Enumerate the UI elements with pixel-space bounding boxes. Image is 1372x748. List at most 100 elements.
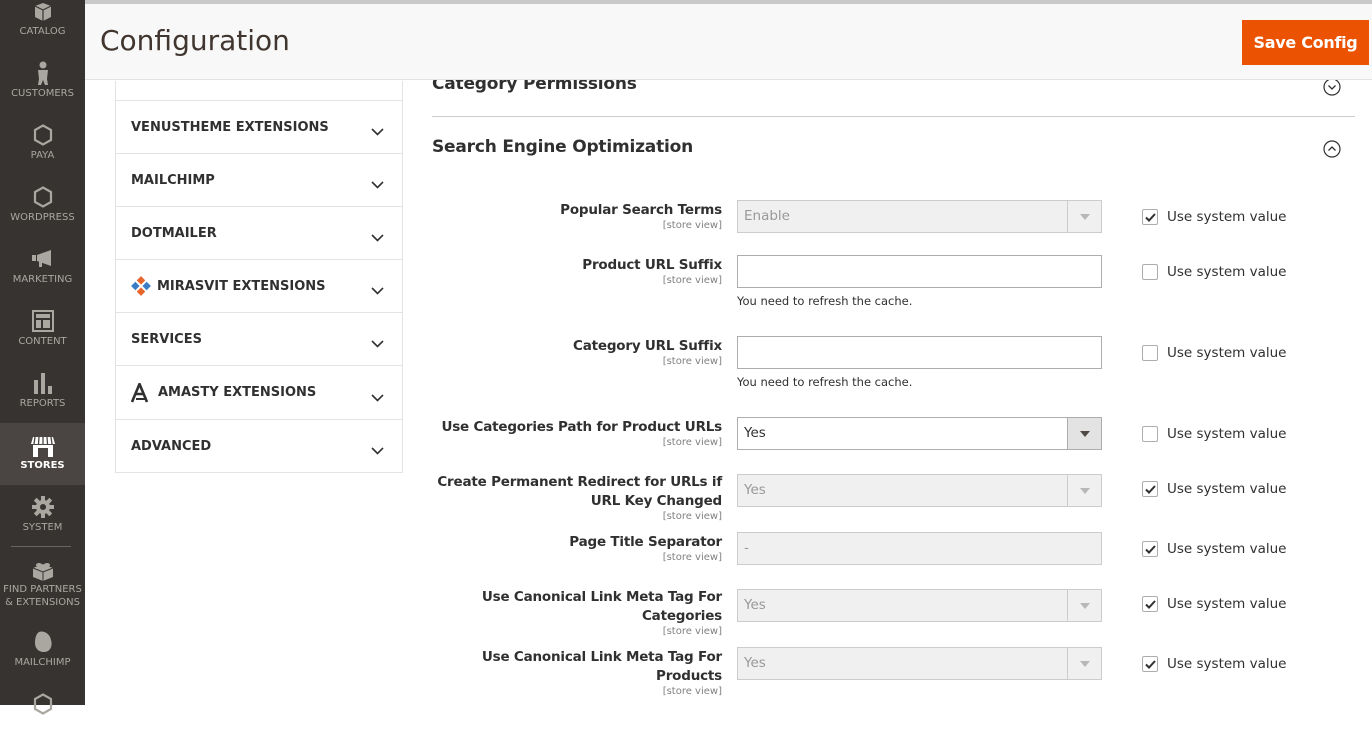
store-icon <box>0 435 85 459</box>
nav-label: System <box>22 522 63 533</box>
chevron-down-icon <box>371 440 384 459</box>
nav-item-marketing[interactable]: Marketing <box>0 241 85 303</box>
box-icon <box>0 0 85 24</box>
field-label: Popular Search Terms <box>560 202 722 218</box>
field-label: Page Title Separator <box>569 534 722 550</box>
tab-label: MIRASVIT EXTENSIONS <box>157 278 326 294</box>
select-value: Enable <box>744 208 790 224</box>
chevron-down-icon <box>371 174 384 193</box>
nav-item-content[interactable]: Content <box>0 303 85 365</box>
nav-item-wordpress[interactable]: Wordpress <box>0 179 85 241</box>
checkbox-label: Use system value <box>1167 656 1287 672</box>
checkbox-checked[interactable] <box>1142 596 1158 612</box>
checkbox-label: Use system value <box>1167 209 1287 225</box>
nav-item-customers[interactable]: Customers <box>0 55 85 117</box>
nav-label: Mailchimp <box>14 657 71 668</box>
chevron-down-icon <box>371 121 384 140</box>
hexagon-icon <box>0 123 85 147</box>
refresh-cache-note: You need to refresh the cache. <box>737 294 913 308</box>
nav-item-system[interactable]: System <box>0 489 85 551</box>
checkbox-checked[interactable] <box>1142 481 1158 497</box>
field-label: Product URL Suffix <box>582 257 722 273</box>
nav-item-find-partners[interactable]: Find Partners & Extensions <box>0 553 85 623</box>
checkbox-unchecked[interactable] <box>1142 264 1158 280</box>
dropdown-arrow-icon <box>1067 590 1101 621</box>
field-label: Use Categories Path for Product URLs <box>441 419 722 435</box>
nav-label: Stores <box>20 460 65 471</box>
tab-previous[interactable] <box>116 81 402 100</box>
use-system-value-category-url-suffix[interactable]: Use system value <box>1142 345 1286 361</box>
use-system-value-canonical-categories[interactable]: Use system value <box>1142 596 1286 612</box>
scope-label: [store view] <box>662 511 722 522</box>
tab-advanced[interactable]: ADVANCED <box>116 419 402 472</box>
checkbox-checked[interactable] <box>1142 209 1158 225</box>
select-value: Yes <box>744 655 766 671</box>
scope-label: [store view] <box>662 275 722 286</box>
scope-label: [store view] <box>662 626 722 637</box>
chevron-down-icon <box>371 333 384 352</box>
scope-label: [store view] <box>662 552 722 563</box>
field-label: Use Canonical Link Meta Tag For Categori… <box>481 589 722 624</box>
dropdown-arrow-icon <box>1067 418 1101 449</box>
nav-divider <box>11 546 71 547</box>
save-config-button[interactable]: Save Config <box>1242 20 1369 65</box>
nav-item-catalog[interactable]: Catalog <box>0 0 85 38</box>
dropdown-arrow-icon <box>1067 201 1101 232</box>
tab-amasty-extensions[interactable]: AMASTY EXTENSIONS <box>116 365 402 419</box>
select-value: Yes <box>744 425 766 441</box>
tab-label: DOTMAILER <box>131 225 217 241</box>
nav-item-stores[interactable]: Stores <box>0 423 85 485</box>
nav-label: Marketing <box>12 274 73 285</box>
page-header-overlay: Configuration Save Config <box>85 4 1372 80</box>
bar-chart-icon <box>0 371 85 395</box>
use-system-value-permanent-redirect[interactable]: Use system value <box>1142 481 1286 497</box>
category-url-suffix-input[interactable] <box>737 336 1102 369</box>
section-seo[interactable]: Search Engine Optimization <box>432 137 693 157</box>
checkbox-label: Use system value <box>1167 481 1287 497</box>
nav-item-mailchimp[interactable]: Mailchimp <box>0 624 85 686</box>
dropdown-arrow-icon <box>1067 648 1101 679</box>
nav-item-paya[interactable]: Paya <box>0 117 85 179</box>
mirasvit-logo-icon <box>131 276 151 296</box>
canonical-categories-select[interactable]: Yes <box>737 589 1102 622</box>
checkbox-unchecked[interactable] <box>1142 345 1158 361</box>
canonical-products-select[interactable]: Yes <box>737 647 1102 680</box>
checkbox-checked[interactable] <box>1142 656 1158 672</box>
tab-dotmailer[interactable]: DOTMAILER <box>116 206 402 259</box>
tab-label: ADVANCED <box>131 438 212 454</box>
config-tabs: VENUSTHEME EXTENSIONS MAILCHIMP DOTMAILE… <box>115 81 403 473</box>
mailchimp-icon <box>0 630 85 654</box>
categories-path-select[interactable]: Yes <box>737 417 1102 450</box>
product-url-suffix-input[interactable] <box>737 255 1102 288</box>
checkbox-checked[interactable] <box>1142 541 1158 557</box>
nav-item-more[interactable] <box>0 686 85 748</box>
tab-mailchimp[interactable]: MAILCHIMP <box>116 153 402 206</box>
hexagon-icon <box>0 185 85 209</box>
use-system-value-popular-search-terms[interactable]: Use system value <box>1142 209 1286 225</box>
use-system-value-product-url-suffix[interactable]: Use system value <box>1142 264 1286 280</box>
tab-label: MAILCHIMP <box>131 172 215 188</box>
collapse-icon[interactable] <box>1323 140 1341 158</box>
popular-search-terms-select[interactable]: Enable <box>737 200 1102 233</box>
nav-item-reports[interactable]: Reports <box>0 365 85 427</box>
use-system-value-page-title-separator[interactable]: Use system value <box>1142 541 1286 557</box>
select-value: Yes <box>744 482 766 498</box>
tab-venustheme-extensions[interactable]: VENUSTHEME EXTENSIONS <box>116 100 402 153</box>
use-system-value-canonical-products[interactable]: Use system value <box>1142 656 1286 672</box>
nav-label: & Extensions <box>5 597 80 608</box>
tab-label: AMASTY EXTENSIONS <box>158 385 317 400</box>
tab-services[interactable]: SERVICES <box>116 312 402 365</box>
page-title-separator-input[interactable]: - <box>737 532 1102 565</box>
nav-label: Content <box>18 336 67 347</box>
permanent-redirect-select[interactable]: Yes <box>737 474 1102 507</box>
use-system-value-categories-path[interactable]: Use system value <box>1142 426 1286 442</box>
tab-mirasvit-extensions[interactable]: MIRASVIT EXTENSIONS <box>116 259 402 312</box>
chevron-down-icon <box>371 227 384 246</box>
nav-label: Reports <box>19 398 66 409</box>
expand-icon[interactable] <box>1323 78 1341 96</box>
nav-label: Wordpress <box>10 212 75 223</box>
field-label: Category URL Suffix <box>573 338 722 354</box>
checkbox-unchecked[interactable] <box>1142 426 1158 442</box>
dropdown-arrow-icon <box>1067 475 1101 506</box>
person-icon <box>0 61 85 85</box>
